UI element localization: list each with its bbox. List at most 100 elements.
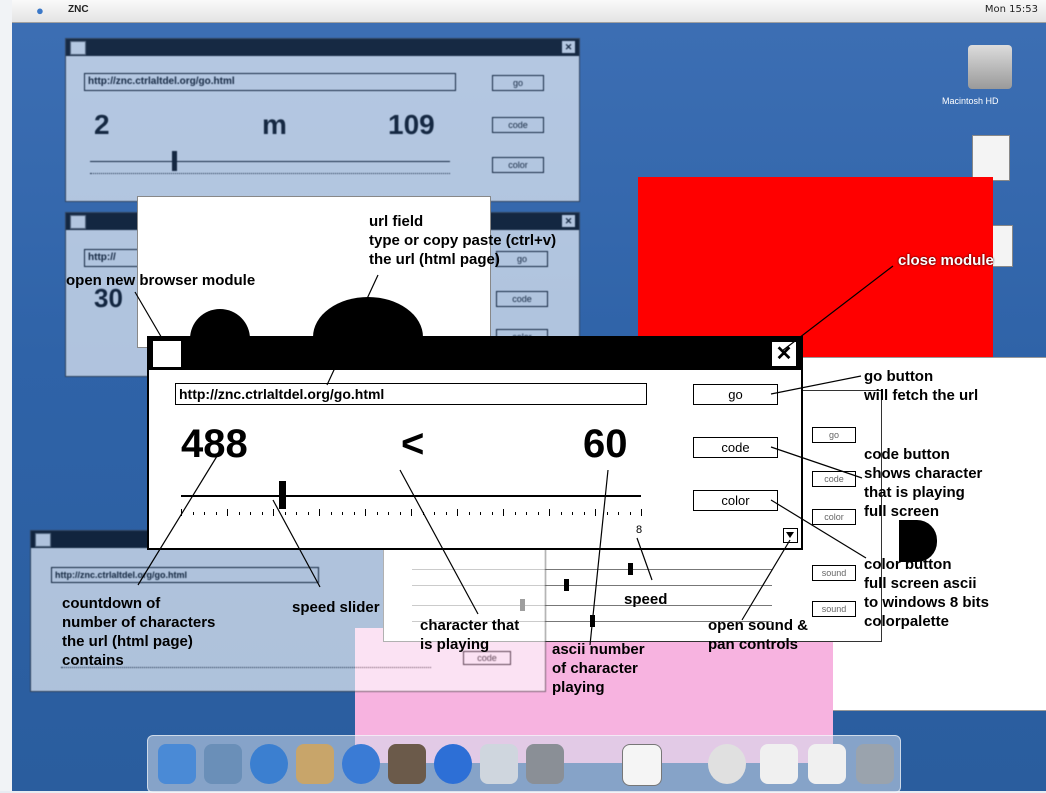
window-thumbnail-icon[interactable] [760, 744, 798, 784]
ascii-number: 60 [583, 422, 628, 466]
slider-tick [641, 509, 642, 516]
slider-tick [307, 512, 309, 515]
speed-slider-ticks [181, 509, 642, 519]
sound-slider-1-thumb[interactable] [628, 563, 633, 575]
slider-tick [284, 512, 286, 515]
slider-tick [250, 512, 251, 515]
slider-tick [606, 512, 608, 515]
annotation-code-button: code button shows character that is play… [864, 445, 982, 521]
countdown-number: 2 [94, 109, 110, 140]
slider-tick [365, 509, 366, 516]
annotation-character-playing: character that is playing [420, 616, 519, 654]
slider-tick [422, 512, 424, 515]
system-preferences-icon[interactable] [526, 744, 564, 784]
slider-tick [181, 509, 182, 516]
window-thumbnail-icon-2[interactable] [808, 744, 846, 784]
go-button[interactable]: go [812, 427, 856, 443]
url-input[interactable]: http://znc.ctrlaltdel.org/go.html [84, 73, 456, 91]
titlebar[interactable] [66, 39, 579, 56]
code-button[interactable]: code [812, 471, 856, 487]
trash-icon[interactable] [856, 744, 894, 784]
annotation-line: url field [369, 213, 424, 230]
safari-icon[interactable] [250, 744, 288, 784]
color-button[interactable]: color [693, 490, 778, 511]
close-module-button[interactable]: ✕ [771, 341, 797, 367]
annotation-go-button: go button will fetch the url [864, 367, 978, 405]
code-button[interactable]: code [492, 117, 544, 133]
character-display: m [262, 109, 287, 140]
mail-icon[interactable] [204, 744, 242, 784]
left-edge [0, 0, 12, 791]
itunes-icon[interactable] [388, 744, 426, 784]
hard-drive-icon[interactable] [968, 45, 1012, 89]
slider-tick [629, 512, 631, 515]
new-module-button[interactable] [153, 341, 181, 367]
go-button[interactable]: go [693, 384, 778, 405]
color-button[interactable]: color [492, 157, 544, 173]
url-input[interactable]: http://znc.ctrlaltdel.org/go.html [51, 567, 319, 583]
slider-tick [261, 512, 263, 515]
code-button[interactable]: code [496, 291, 548, 307]
slider-tick [468, 512, 470, 515]
speed-slider-thumb[interactable] [172, 151, 177, 171]
finder-icon[interactable] [158, 744, 196, 784]
slider-tick [238, 512, 240, 515]
menu-bar: ● ZNC Mon 15:53 [12, 0, 1046, 23]
speed-slider-track[interactable] [90, 161, 450, 162]
browser-module-main: ✕ http://znc.ctrlaltdel.org/go.html go c… [147, 336, 803, 550]
new-module-button[interactable] [35, 533, 51, 547]
close-button[interactable]: ✕ [562, 215, 575, 227]
sound-slider-2-thumb[interactable] [564, 579, 569, 591]
quicktime-icon[interactable] [434, 744, 472, 784]
annotation-line: is playing [420, 636, 490, 653]
app-menu[interactable]: ZNC [68, 4, 89, 15]
pan-slider-2-thumb[interactable] [590, 615, 595, 627]
sherlock-icon[interactable] [296, 744, 334, 784]
slider-tick [445, 512, 447, 515]
slider-tick [296, 512, 297, 515]
clock-icon[interactable] [708, 744, 746, 784]
speed-value: 8 [636, 524, 643, 536]
sound-button[interactable]: sound [812, 565, 856, 581]
open-sound-button[interactable] [783, 528, 798, 543]
internet-explorer-icon[interactable] [342, 744, 380, 784]
slider-tick [618, 512, 619, 515]
annotation-line: open sound & [708, 617, 808, 634]
slider-tick [215, 512, 217, 515]
slider-tick [583, 512, 585, 515]
close-button[interactable]: ✕ [562, 41, 575, 53]
code-button[interactable]: code [693, 437, 778, 458]
speed-slider-thumb[interactable] [279, 481, 287, 509]
sound-button-2[interactable]: sound [812, 601, 856, 617]
app-icon[interactable] [480, 744, 518, 784]
slider-tick [434, 512, 435, 515]
speed-slider-track[interactable] [181, 495, 641, 497]
slider-tick [411, 509, 412, 516]
annotation-line: of character [552, 660, 638, 677]
slider-tick [204, 512, 205, 515]
annotation-line: ascii number [552, 641, 645, 658]
document-icon[interactable] [972, 135, 1010, 181]
apple-menu-icon[interactable]: ● [36, 3, 44, 18]
slider-tick [491, 512, 493, 515]
annotation-open-sound: open sound & pan controls [708, 616, 808, 654]
slider-tick [192, 512, 194, 515]
annotation-color-button: color button full screen ascii to window… [864, 555, 989, 631]
znc-app-icon[interactable] [622, 744, 662, 786]
new-module-button[interactable] [70, 215, 86, 229]
slider-tick [560, 512, 562, 515]
annotation-line: countdown of [62, 595, 161, 612]
go-button[interactable]: go [492, 75, 544, 91]
slider-ticks [90, 173, 450, 180]
url-input[interactable]: http://znc.ctrlaltdel.org/go.html [175, 383, 647, 405]
annotation-ascii-number: ascii number of character playing [552, 640, 645, 697]
slider-tick [376, 512, 378, 515]
color-button[interactable]: color [812, 509, 856, 525]
main-titlebar[interactable] [149, 338, 801, 370]
slider-tick [388, 512, 389, 515]
new-module-button[interactable] [70, 41, 86, 55]
annotation-url-field: url field type or copy paste (ctrl+v) th… [369, 212, 556, 269]
slider-tick [457, 509, 458, 516]
slider-tick [480, 512, 481, 515]
countdown-number: 488 [181, 422, 248, 466]
